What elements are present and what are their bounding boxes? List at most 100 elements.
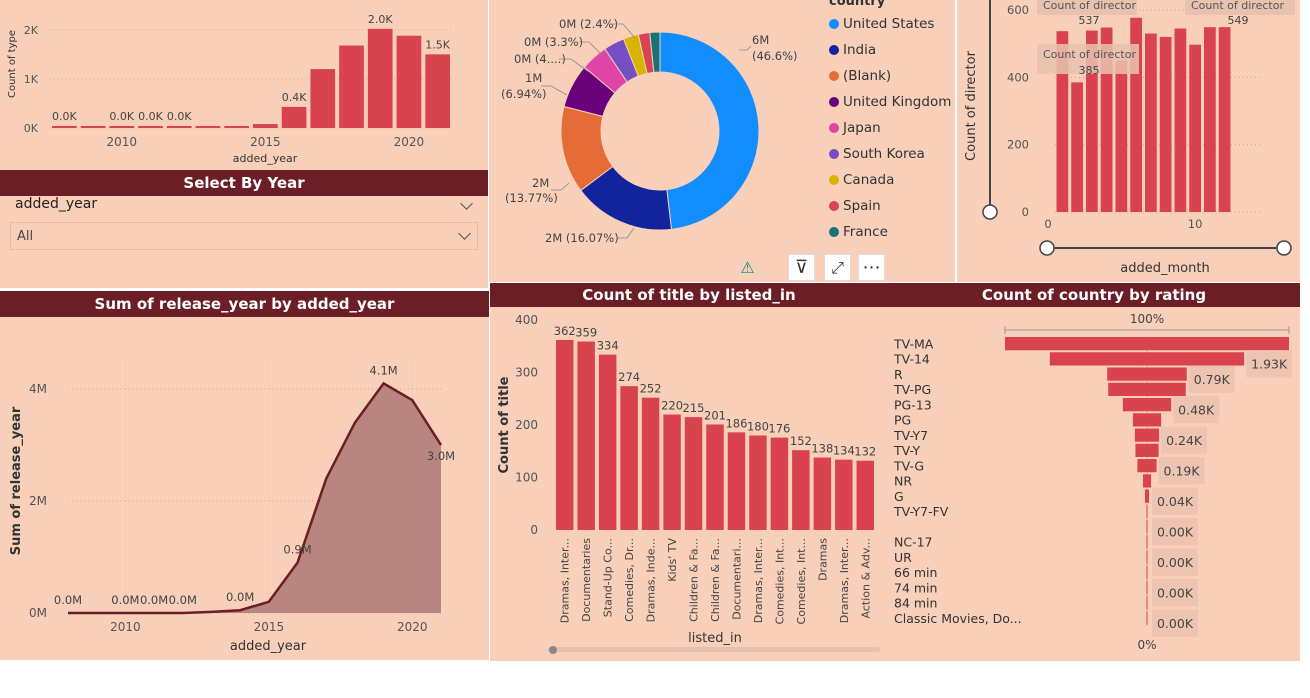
data-label: 134: [833, 444, 855, 458]
data-label: 0.0M: [111, 593, 139, 607]
more-options-icon[interactable]: ⋯: [858, 254, 885, 281]
bar: [310, 69, 336, 128]
data-label: 0.00K: [1157, 524, 1194, 539]
legend-label: Spain: [843, 198, 881, 214]
legend-item[interactable]: India: [829, 42, 876, 58]
rating-label: UR: [894, 550, 912, 565]
rating-label: TV-Y: [893, 443, 920, 458]
director-chart-svg: 600 400 200 0 Count of director 537 Count of d…: [964, 0, 1295, 276]
y-tick-label: 400: [1007, 70, 1029, 84]
y-tick-label: 100: [515, 471, 538, 485]
donut-slice: [659, 31, 760, 230]
y-axis-title: Count of director: [964, 50, 979, 161]
x-tick-label: Action & Adv...: [859, 538, 872, 618]
data-label: 0.0M: [169, 593, 197, 607]
y-axis-title: Count of type: [7, 30, 18, 98]
donut-label: 2M (16.07%): [545, 231, 619, 245]
legend-dot: [829, 227, 839, 237]
legend-title: country: [829, 0, 886, 9]
funnel-bar: [1005, 337, 1289, 351]
funnel-bar: [1146, 504, 1148, 518]
bar: [684, 417, 703, 530]
y-tick-label: 2M: [29, 494, 47, 508]
rating-label: 66 min: [894, 565, 937, 580]
director-chart-panel[interactable]: 600 400 200 0 Count of director 537 Count of d…: [957, 0, 1300, 282]
y-slider-handle: [982, 204, 998, 220]
funnel-bar: [1107, 367, 1187, 381]
legend-dot: [829, 45, 839, 55]
donut-panel[interactable]: 6M (46.6%) 2M (16.07%) 2M (13.77%) 1M (6.94%) 0…: [489, 0, 955, 282]
legend-item[interactable]: United Kingdom: [829, 94, 951, 110]
y-tick-label: 300: [515, 366, 538, 380]
legend-item[interactable]: South Korea: [829, 146, 925, 162]
tooltip-value: 385: [1079, 64, 1100, 77]
x-tick-label: 2015: [254, 620, 285, 634]
bar: [1189, 44, 1201, 212]
legend-item[interactable]: Canada: [829, 172, 894, 188]
x-tick-label: 10: [1188, 217, 1203, 231]
data-label: 0.9M: [283, 543, 311, 557]
data-label: 1.5K: [425, 38, 450, 51]
bar: [1218, 27, 1231, 213]
legend-dot: [829, 97, 839, 107]
rating-label: Classic Movies, Do...: [894, 611, 1022, 626]
rating-chart-panel[interactable]: Count of country by rating 100% TV-MA TV-1…: [888, 283, 1300, 661]
release-chart-svg: 4M2M0M0.0M 0.0M 0.0M 0.0M 0.0M0.9M4.1M3.0M20…: [9, 361, 455, 654]
data-label: 274: [618, 370, 640, 384]
release-chart-panel[interactable]: Sum of release_year by added_year 4M 2M 0M…: [0, 291, 489, 660]
data-label: 0.00K: [1157, 555, 1194, 570]
area-fill: [68, 383, 441, 613]
rating-label: 84 min: [894, 596, 937, 611]
funnel-bar: [1144, 489, 1150, 503]
year-dropdown[interactable]: All: [10, 222, 478, 250]
warning-icon[interactable]: ⚠: [734, 254, 761, 281]
data-label: 359: [575, 326, 597, 340]
slicer-field-label: added_year: [15, 196, 98, 212]
legend-item[interactable]: United States: [829, 16, 934, 32]
rating-label: PG-13: [894, 397, 932, 412]
legend-label: Japan: [843, 120, 881, 136]
y-tick-label: 1K: [24, 73, 39, 86]
donut-label: (6.94%): [501, 87, 547, 101]
tooltip-label: Count of director: [1191, 0, 1284, 12]
x-axis-title: added_year: [233, 152, 298, 165]
listed-chart-panel[interactable]: Count of title by listed_in 400 300 200 100…: [490, 283, 888, 661]
leader-line: [739, 45, 752, 51]
filter-icon[interactable]: ⊽: [788, 254, 815, 281]
legend-item[interactable]: (Blank): [829, 68, 891, 84]
data-label: 0.00K: [1157, 616, 1194, 631]
donut-label: 0M (4....): [514, 52, 566, 66]
legend-item[interactable]: France: [829, 224, 888, 240]
y-tick-label: 200: [515, 418, 538, 432]
x-tick-label: Documentari...: [730, 538, 743, 620]
legend-item[interactable]: Japan: [829, 120, 881, 136]
donut-label: 0M (3.3%): [524, 35, 583, 49]
x-axis-title: listed_in: [688, 631, 742, 646]
x-tick-label: 2020: [397, 620, 428, 634]
x-tick-label: 2015: [250, 135, 281, 149]
legend-dot: [829, 201, 839, 211]
data-label: 152: [790, 434, 812, 448]
y-tick-label: 400: [515, 313, 538, 327]
horizontal-scrollbar: [548, 647, 880, 652]
legend-label: India: [843, 42, 877, 58]
data-label: 0.0K: [138, 110, 163, 123]
x-tick-label: Dramas: [816, 538, 829, 581]
y-tick-label: 4M: [29, 382, 47, 396]
year-dropdown-value: All: [17, 229, 34, 244]
y-axis-title: Count of title: [497, 376, 512, 473]
legend-item[interactable]: Spain: [829, 198, 881, 214]
bar: [1174, 28, 1187, 213]
bottom-percent-label: 0%: [1137, 638, 1156, 652]
y-tick-label: 200: [1007, 138, 1029, 152]
rating-label: TV-PG: [893, 382, 931, 397]
bar: [396, 35, 422, 128]
rating-label: TV-G: [893, 458, 924, 473]
donut-label: 6M: [752, 33, 769, 47]
tooltip-value: 549: [1228, 14, 1249, 27]
chevron-down-icon[interactable]: [460, 197, 473, 210]
bar: [281, 106, 307, 128]
legend-dot: [829, 123, 839, 133]
focus-mode-icon[interactable]: ⤢: [824, 254, 851, 281]
type-chart-panel[interactable]: 2K 1K 0K 0.0K 0.0K 0.0K 0.0K 0.4K 2.0K 1.5K 2010 20…: [0, 0, 488, 170]
